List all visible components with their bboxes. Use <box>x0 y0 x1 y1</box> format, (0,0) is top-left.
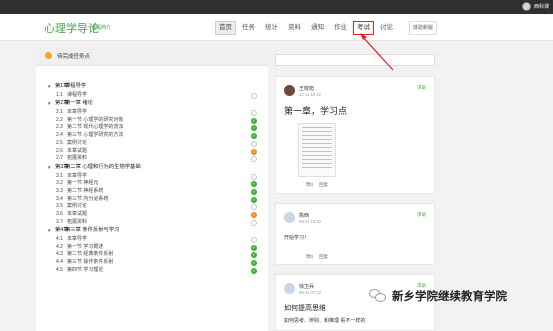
wechat-icon <box>369 289 387 303</box>
annotation-arrow <box>360 33 394 71</box>
watermark-text: 新乡学院继续教育学院 <box>392 291 507 303</box>
watermark: 新乡学院继续教育学院 <box>369 288 507 304</box>
